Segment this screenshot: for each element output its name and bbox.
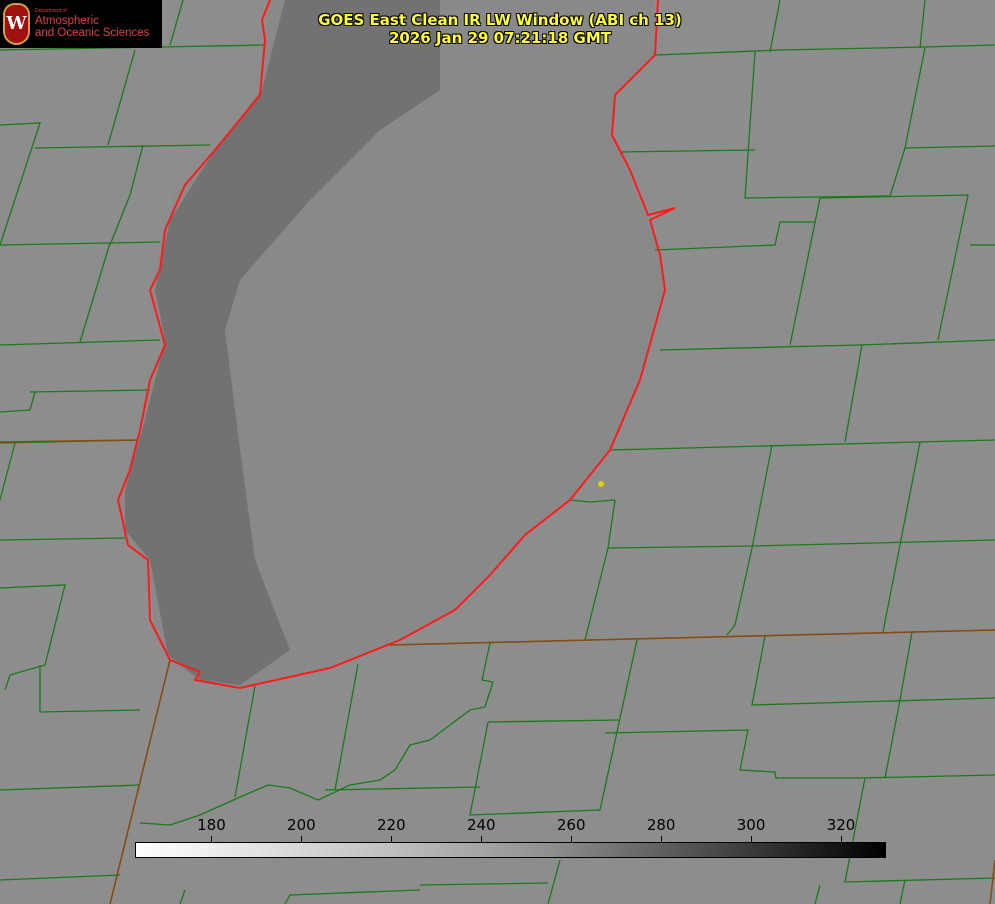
colorbar <box>135 842 886 858</box>
colorbar-tick-label: 320 <box>826 816 856 834</box>
satellite-map <box>0 0 995 904</box>
logo-line2: and Oceanic Sciences <box>35 27 150 39</box>
colorbar-tick-label: 220 <box>377 816 406 834</box>
logo-department: Department of <box>35 8 67 14</box>
colorbar-tick-label: 240 <box>466 816 496 834</box>
colorbar-tick-label: 260 <box>556 816 586 834</box>
colorbar-tick-label: 180 <box>197 816 226 834</box>
colorbar-tick-label: 200 <box>287 816 316 834</box>
colorbar-tick-label: 300 <box>736 816 766 834</box>
uw-seal-icon: W <box>3 3 30 45</box>
station-marker <box>598 481 604 487</box>
colorbar-tick-label: 280 <box>646 816 676 834</box>
image-timestamp: 2026 Jan 29 07:21:18 GMT <box>389 29 611 47</box>
logo-line1: Atmospheric <box>35 15 99 27</box>
image-title: GOES East Clean IR LW Window (ABI ch 13) <box>318 11 682 29</box>
satellite-image-viewer: W Department of Atmospheric and Oceanic … <box>0 0 995 904</box>
uw-aos-logo: W Department of Atmospheric and Oceanic … <box>0 0 162 48</box>
